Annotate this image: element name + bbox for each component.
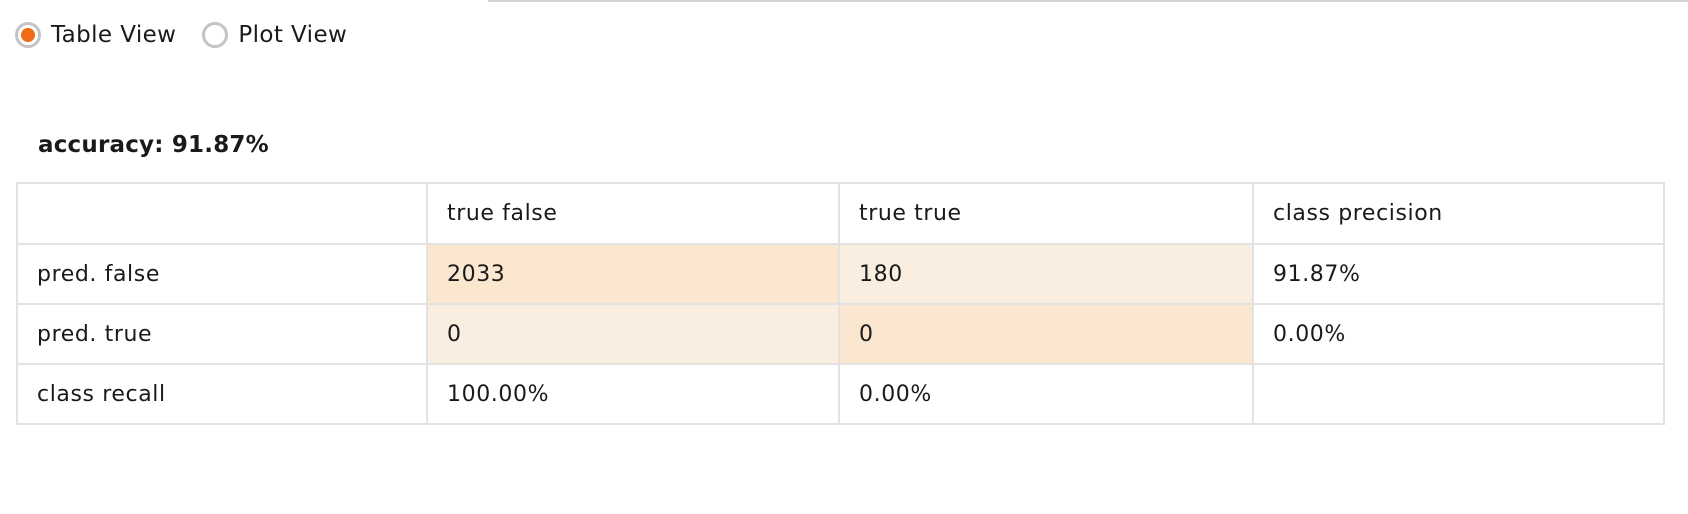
- header-true-true: true true: [838, 182, 1254, 245]
- row-label-class-recall: class recall: [16, 363, 428, 425]
- header-row: true false true true class precision: [16, 182, 1665, 245]
- row-label-pred-false: pred. false: [16, 243, 428, 305]
- top-divider: [488, 0, 1688, 2]
- cell-pred-false-precision: 91.87%: [1252, 243, 1665, 305]
- cell-pred-true-true-true: 0: [838, 303, 1254, 365]
- radio-selected-icon[interactable]: [15, 22, 41, 48]
- row-pred-true: pred. true 0 0 0.00%: [16, 303, 1665, 365]
- cell-recall-true-true: 0.00%: [838, 363, 1254, 425]
- view-toggle: Table View Plot View: [15, 18, 373, 52]
- plot-view-label: Plot View: [238, 22, 348, 48]
- cell-pred-false-true-true: 180: [838, 243, 1254, 305]
- cell-pred-false-true-false: 2033: [426, 243, 840, 305]
- confusion-matrix: true false true true class precision pre…: [16, 182, 1665, 425]
- cell-pred-true-precision: 0.00%: [1252, 303, 1665, 365]
- header-class-precision: class precision: [1252, 182, 1665, 245]
- table-view-radio[interactable]: Table View: [15, 22, 176, 48]
- row-class-recall: class recall 100.00% 0.00%: [16, 363, 1665, 425]
- row-label-pred-true: pred. true: [16, 303, 428, 365]
- cell-pred-true-true-false: 0: [426, 303, 840, 365]
- cell-recall-empty: [1252, 363, 1665, 425]
- header-true-false: true false: [426, 182, 840, 245]
- radio-dot-icon: [21, 28, 35, 42]
- table-view-label: Table View: [51, 22, 177, 48]
- header-corner-cell: [16, 182, 428, 245]
- cell-recall-true-false: 100.00%: [426, 363, 840, 425]
- radio-unselected-icon[interactable]: [202, 22, 229, 48]
- accuracy-heading: accuracy: 91.87%: [38, 132, 269, 158]
- plot-view-radio[interactable]: Plot View: [202, 22, 347, 48]
- row-pred-false: pred. false 2033 180 91.87%: [16, 243, 1665, 305]
